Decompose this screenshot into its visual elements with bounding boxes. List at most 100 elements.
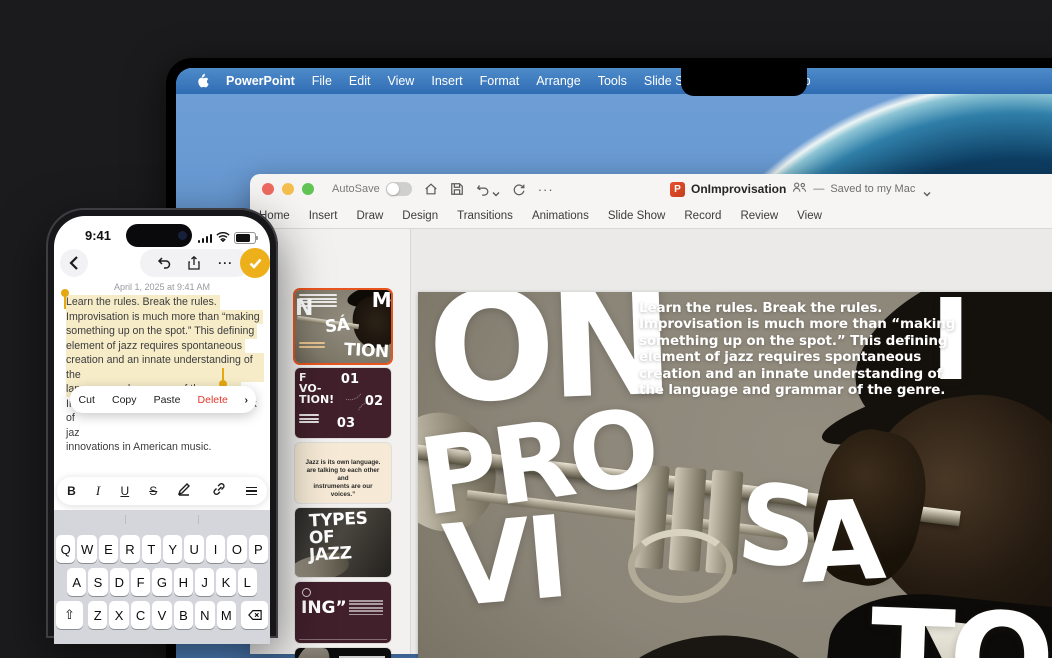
redo-icon[interactable] [512,182,526,196]
backspace-key[interactable] [241,601,268,629]
keyboard-row-3: ⇧ ZXCVBNM [54,601,270,629]
more-icon[interactable]: ··· [218,256,233,270]
thumb5-title-fragment: ING” [301,598,347,618]
menu-item[interactable]: Insert [431,74,462,88]
done-check-button[interactable] [240,248,270,278]
slide-canvas[interactable]: ON I PRO S A VI TO O Learn the rules. Br… [418,292,1052,658]
apple-icon[interactable] [196,73,209,89]
selection-handle-end[interactable] [219,368,227,388]
strikethrough-button[interactable]: S [149,484,157,498]
back-button[interactable] [60,249,88,277]
thumbnail-slide-3[interactable]: Jazz is its own language. are talking to … [295,443,391,503]
link-icon[interactable] [212,482,226,501]
ribbon-tab[interactable]: Review [740,210,778,222]
share-icon[interactable] [188,256,201,270]
toggle-knob [386,183,399,195]
key[interactable]: Q [56,535,76,563]
key[interactable]: H [173,568,193,596]
key[interactable]: L [237,568,257,596]
ribbon-tab[interactable]: Slide Show [608,210,666,222]
thumb4-title-line: JAZZ [308,543,353,566]
key[interactable]: J [194,568,215,596]
key[interactable]: Z [88,601,108,629]
key[interactable]: N [195,601,215,629]
thumbnail-slide-4[interactable]: TYPES OF JAZZ [295,508,391,577]
context-menu-item[interactable]: Cut [79,394,95,406]
key[interactable]: C [130,601,151,629]
thumbnail-slide-1[interactable]: N M SÁ TION [295,290,391,363]
ribbon-tab[interactable]: Transitions [457,210,513,222]
key[interactable]: A [67,568,87,596]
note-body[interactable]: Learn the rules. Break the rules. Improvi… [66,295,264,455]
home-icon[interactable] [424,182,438,196]
thumb2-side-bars [299,414,319,425]
context-menu-item[interactable]: Copy [112,394,137,406]
thumb1-letter-sa: SÁ [323,314,351,338]
window-titlebar[interactable]: AutoSave ··· P OnImprovisation — Saved t… [250,174,1052,204]
slide-letter-to: TO [868,583,1052,658]
format-lines-icon[interactable] [245,486,257,496]
key[interactable]: O [227,535,247,563]
slide-paragraph-line: element of jazz requires spontaneous [639,349,922,366]
key[interactable]: R [120,535,140,563]
close-button[interactable] [262,183,274,195]
menu-item[interactable]: Edit [349,74,371,88]
context-menu-item[interactable]: Paste [154,394,181,406]
thumbnail-slide-2[interactable]: F VO- TION! 01 02 03 [295,368,391,438]
undo-icon[interactable] [157,257,171,269]
italic-button[interactable]: I [96,483,100,499]
menu-item[interactable]: View [387,74,414,88]
key[interactable]: T [141,535,162,563]
highlighter-icon[interactable] [177,482,191,501]
autosave-toggle[interactable] [385,182,412,196]
ribbon-tab[interactable]: Design [402,210,438,222]
thumbnail-slide-6[interactable] [295,648,391,658]
key[interactable]: B [173,601,194,629]
thumb2-num-03: 03 [336,416,355,431]
key[interactable]: F [130,568,151,596]
saved-status[interactable]: Saved to my Mac [830,183,915,195]
foreground-figure-shape [592,624,832,658]
key[interactable]: Y [163,535,183,563]
zoom-button[interactable] [302,183,314,195]
ribbon-tab[interactable]: Record [684,210,721,222]
ribbon-tab[interactable]: View [797,210,822,222]
saved-chevron-icon[interactable] [923,185,931,197]
ribbon-tab[interactable]: Insert [309,210,338,222]
key[interactable]: W [77,535,97,563]
minimize-button[interactable] [282,183,294,195]
underline-button[interactable]: U [120,484,129,498]
menu-item[interactable]: Arrange [536,74,580,88]
share-people-icon[interactable] [792,180,807,198]
undo-icon[interactable] [476,182,490,196]
key[interactable]: G [152,568,172,596]
key[interactable]: P [248,535,269,563]
key[interactable]: K [216,568,236,596]
key[interactable]: X [109,601,129,629]
selection-handle-start[interactable] [61,289,69,309]
more-toolbar-icon[interactable]: ··· [538,182,554,197]
menu-item[interactable]: Tools [598,74,627,88]
bold-button[interactable]: B [67,484,76,498]
thumb5-circle-glyph [302,588,311,597]
key[interactable]: U [184,535,204,563]
menu-item[interactable]: File [312,74,332,88]
undo-chevron-icon[interactable] [492,185,500,197]
ribbon-tab[interactable]: Draw [356,210,383,222]
context-menu-item[interactable]: Delete [198,394,228,406]
key[interactable]: M [216,601,236,629]
key[interactable]: E [98,535,119,563]
context-menu-more-chevron[interactable]: › [237,394,257,406]
save-icon[interactable] [450,182,464,196]
key[interactable]: V [152,601,172,629]
menu-app-name[interactable]: PowerPoint [226,74,295,88]
shift-key[interactable]: ⇧ [56,601,83,629]
menu-item[interactable]: Format [480,74,520,88]
key[interactable]: S [88,568,108,596]
thumb3-quote-line: Jazz is its own language. [305,459,381,466]
thumbnail-slide-5[interactable]: ING” [295,582,391,643]
key[interactable]: D [109,568,129,596]
key[interactable]: I [205,535,226,563]
dynamic-island [126,224,192,247]
ribbon-tab[interactable]: Animations [532,210,589,222]
